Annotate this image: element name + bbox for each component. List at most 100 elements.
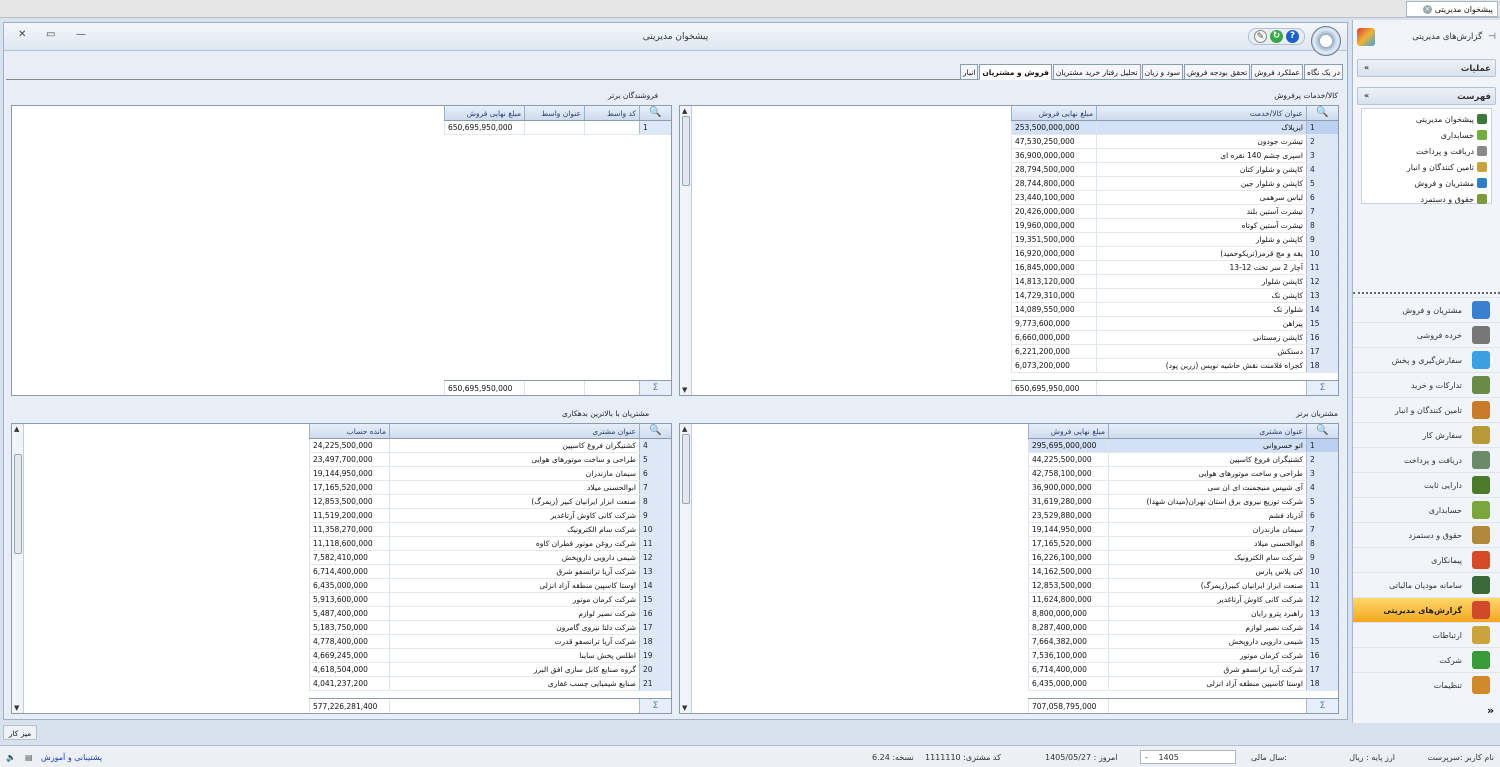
top_debtors-col-header[interactable]: عنوان مشتری: [389, 424, 639, 438]
table-row[interactable]: 11 شرکت روغن موتور قطران کاوه 11,118,600,0…: [309, 537, 671, 551]
pin-icon[interactable]: ⊣: [1488, 32, 1496, 42]
sidebar-list-item[interactable]: پیشخوان مدیریتی: [1366, 111, 1487, 127]
vertical-scrollbar[interactable]: ▲ ▼: [12, 424, 24, 713]
scroll-thumb[interactable]: [14, 454, 22, 554]
table-row[interactable]: 21 صنایع شیمیایی چسب غفاری 4,041,237,200: [309, 677, 671, 691]
table-row[interactable]: 1 650,695,950,000: [444, 121, 671, 135]
nav-item[interactable]: حسابداری: [1353, 497, 1500, 522]
scroll-down-arrow[interactable]: ▼: [682, 704, 687, 712]
collapse-icon[interactable]: «: [1364, 63, 1369, 72]
table-row[interactable]: 15 شیمی دارویی داروپخش 7,664,382,000: [1028, 635, 1338, 649]
book-icon[interactable]: ▤: [25, 753, 33, 762]
scroll-thumb[interactable]: [682, 434, 690, 504]
table-row[interactable]: 13 کاپشن تک 14,729,310,000: [1011, 289, 1338, 303]
table-row[interactable]: 18 اوستا کاسپین منطقه آزاد انزلی 6,435,000…: [1028, 677, 1338, 691]
vertical-scrollbar[interactable]: ▲ ▼: [680, 424, 692, 713]
nav-item[interactable]: دارایی ثابت: [1353, 472, 1500, 497]
table-row[interactable]: 11 آچار 2 سر تخت 12-13 16,845,000,000: [1011, 261, 1338, 275]
table-row[interactable]: 2 کشتیگران فروغ کاسپین 44,225,500,000: [1028, 453, 1338, 467]
nav-item[interactable]: پیمانکاری: [1353, 547, 1500, 572]
help-icon[interactable]: ?: [1286, 30, 1299, 43]
top_customers-col-header[interactable]: مبلغ نهایی فروش: [1028, 424, 1108, 438]
nav-item[interactable]: تامین کنندگان و انبار: [1353, 397, 1500, 422]
nav-item[interactable]: تدارکات و خرید: [1353, 372, 1500, 397]
tab-1[interactable]: در یک نگاه: [1304, 64, 1343, 80]
support-link[interactable]: پشتیبانی و آموزش: [41, 753, 102, 762]
table-row[interactable]: 16 کاپشن زمستانی 6,660,000,000: [1011, 331, 1338, 345]
vertical-scrollbar[interactable]: ▲ ▼: [680, 106, 692, 395]
table-row[interactable]: 13 شرکت آریا ترانسفو شرق 6,714,400,000: [309, 565, 671, 579]
table-row[interactable]: 9 شرکت کانی کاوش آرتاغدیر 11,519,200,000: [309, 509, 671, 523]
table-row[interactable]: 10 کی پلاس پارس 14,162,500,000: [1028, 565, 1338, 579]
edit-icon[interactable]: ✎: [1254, 30, 1267, 43]
table-row[interactable]: 18 کجراه فلامنت نقش حاشیه نویس (زرین پود)…: [1011, 359, 1338, 373]
top_products-col-header[interactable]: عنوان کالا/خدمت: [1096, 106, 1306, 120]
table-row[interactable]: 12 کاپشن شلوار 14,813,120,000: [1011, 275, 1338, 289]
table-row[interactable]: 12 شیمی دارویی داروپخش 7,582,410,000: [309, 551, 671, 565]
sidebar-list-item[interactable]: مشتریان و فروش: [1366, 175, 1487, 191]
tab-7[interactable]: انبار: [960, 64, 979, 80]
tab-5[interactable]: تحلیل رفتار خرید مشتریان: [1052, 64, 1141, 80]
table-row[interactable]: 17 شرکت دلتا نیروی گامرون 5,183,750,000: [309, 621, 671, 635]
tab-4[interactable]: سود و زیان: [1141, 64, 1183, 80]
table-row[interactable]: 9 شرکت سام الکترونیک 16,226,100,000: [1028, 551, 1338, 565]
search-icon[interactable]: 🔍: [1306, 424, 1338, 438]
table-row[interactable]: 10 شرکت سام الکترونیک 11,358,270,000: [309, 523, 671, 537]
table-row[interactable]: 1 ایزیلاک 253,500,000,000: [1011, 121, 1338, 135]
sidebar-list-item[interactable]: دریافت و پرداخت: [1366, 143, 1487, 159]
table-row[interactable]: 8 صنعت ابزار ایرانیان کبیر (زیمرگ) 12,853,…: [309, 495, 671, 509]
search-icon[interactable]: 🔍: [639, 424, 671, 438]
table-row[interactable]: 18 شرکت آریا ترانسفو قدرت 4,778,400,000: [309, 635, 671, 649]
nav-item[interactable]: سفارش کار: [1353, 422, 1500, 447]
table-row[interactable]: 5 شرکت توزیع نیروی برق استان تهران(میدان …: [1028, 495, 1338, 509]
top_debtors-col-header[interactable]: مانده حساب: [309, 424, 389, 438]
search-icon[interactable]: 🔍: [1306, 106, 1338, 120]
scroll-thumb[interactable]: [682, 116, 690, 186]
list-header[interactable]: « فهرست: [1357, 87, 1496, 105]
tab-3[interactable]: تحقق بودجه فروش: [1183, 64, 1251, 80]
scroll-down-arrow[interactable]: ▼: [14, 704, 19, 712]
nav-item[interactable]: خرده فروشی: [1353, 322, 1500, 347]
table-row[interactable]: 14 شرکت نصیر لوازم 8,287,400,000: [1028, 621, 1338, 635]
table-row[interactable]: 5 طراحی و ساخت موتورهای هوایی 23,497,700,0…: [309, 453, 671, 467]
scroll-up-arrow[interactable]: ▲: [682, 107, 687, 115]
table-row[interactable]: 4 آی شیپس منیجمنت ای ان سی 36,900,000,000: [1028, 481, 1338, 495]
sound-icon[interactable]: 🔈: [6, 753, 16, 762]
table-row[interactable]: 6 لباس سرهمی 23,440,100,000: [1011, 191, 1338, 205]
scroll-up-arrow[interactable]: ▲: [682, 425, 687, 433]
table-row[interactable]: 8 تیشرت آستین کوتاه 19,960,000,000: [1011, 219, 1338, 233]
table-row[interactable]: 5 کاپشن و شلوار جین 28,744,800,000: [1011, 177, 1338, 191]
top_customers-col-header[interactable]: عنوان مشتری: [1108, 424, 1306, 438]
table-row[interactable]: 6 آذرباد فشم 23,529,880,000: [1028, 509, 1338, 523]
splitter[interactable]: [1353, 292, 1500, 296]
sidebar-list-item[interactable]: حسابداری: [1366, 127, 1487, 143]
table-row[interactable]: 13 راهبرد پترو رایان 8,800,000,000: [1028, 607, 1338, 621]
table-row[interactable]: 9 کاپشن و شلوار 19,351,500,000: [1011, 233, 1338, 247]
tab-2[interactable]: عملکرد فروش: [1251, 64, 1304, 80]
table-row[interactable]: 17 شرکت آریا ترانسفو شرق 6,714,400,000: [1028, 663, 1338, 677]
table-row[interactable]: 7 ابوالحسنی میلاد 17,165,520,000: [309, 481, 671, 495]
nav-item[interactable]: سامانه مودیان مالیاتی: [1353, 572, 1500, 597]
top_sellers-col-header[interactable]: عنوان واسط: [524, 106, 584, 120]
table-row[interactable]: 15 شرکت کرمان موتور 5,913,600,000: [309, 593, 671, 607]
sidebar-list-item[interactable]: تامین کنندگان و انبار: [1366, 159, 1487, 175]
table-row[interactable]: 16 شرکت کرمان موتور 7,536,100,000: [1028, 649, 1338, 663]
scroll-down-arrow[interactable]: ▼: [682, 386, 687, 394]
desk-button[interactable]: میز کار: [3, 725, 37, 740]
table-row[interactable]: 6 سیمان مازندران 19,144,950,000: [309, 467, 671, 481]
table-row[interactable]: 17 دستکش 6,221,200,000: [1011, 345, 1338, 359]
tab-6[interactable]: فروش و مشتریان: [979, 64, 1052, 80]
top_products-col-header[interactable]: مبلغ نهایی فروش: [1011, 106, 1096, 120]
table-row[interactable]: 10 یقه و مچ قرمز(تریکوحمید) 16,920,000,000: [1011, 247, 1338, 261]
nav-item[interactable]: دریافت و پرداخت: [1353, 447, 1500, 472]
table-row[interactable]: 4 کشتیگران فروغ کاسپین 24,225,500,000: [309, 439, 671, 453]
nav-item[interactable]: سفارش‌گیری و پخش: [1353, 347, 1500, 372]
table-row[interactable]: 14 اوستا کاسپین منطقه آزاد انزلی 6,435,000…: [309, 579, 671, 593]
app-tab[interactable]: × پیشخوان مدیریتی: [1406, 1, 1498, 17]
nav-item[interactable]: حقوق و دستمزد: [1353, 522, 1500, 547]
table-row[interactable]: 1 اتو خسروانی 295,695,000,000: [1028, 439, 1338, 453]
nav-item[interactable]: ارتباطات: [1353, 622, 1500, 647]
scroll-up-arrow[interactable]: ▲: [14, 425, 19, 433]
refresh-icon[interactable]: ↻: [1270, 30, 1283, 43]
table-row[interactable]: 14 شلوار تک 14,089,550,000: [1011, 303, 1338, 317]
